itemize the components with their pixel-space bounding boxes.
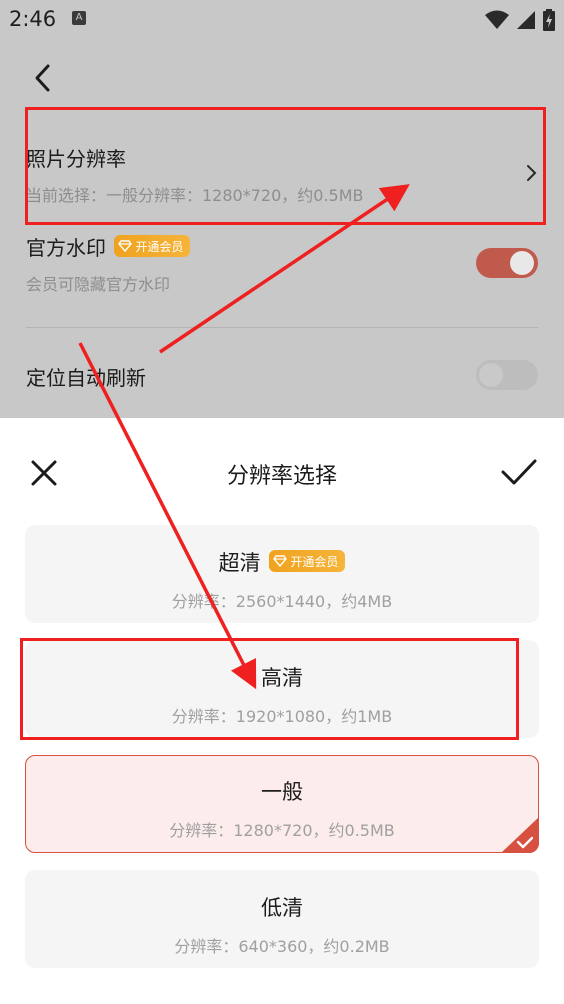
confirm-check-icon[interactable] (500, 457, 538, 487)
back-arrow-icon[interactable] (28, 60, 58, 96)
battery-charging-icon (543, 9, 555, 31)
selected-check-icon (501, 817, 539, 853)
watermark-setting-row: 官方水印 开通会员 会员可隐藏官方水印 (26, 232, 538, 295)
watermark-hint: 会员可隐藏官方水印 (26, 275, 171, 294)
signal-icon (517, 11, 535, 29)
location-toggle[interactable] (476, 360, 538, 390)
annotation-box-resolution (25, 107, 546, 225)
status-time: 2:46 (9, 7, 57, 31)
vip-badge-label: 开通会员 (135, 239, 184, 254)
toggle-knob (510, 251, 534, 275)
vip-badge-label: 开通会员 (290, 554, 339, 569)
status-bar: 2:46 A (0, 0, 564, 36)
watermark-title: 官方水印 (26, 236, 106, 260)
option-low[interactable]: 低清 分辨率：640*360，约0.2MB (25, 870, 539, 968)
option-ultra-hd[interactable]: 超清 开通会员 分辨率：2560*1440，约4MB (25, 525, 539, 623)
toggle-knob (479, 363, 503, 387)
wifi-icon (485, 10, 509, 29)
annotation-box-hd (20, 638, 519, 740)
location-setting-row: 定位自动刷新 (26, 360, 538, 391)
vip-badge[interactable]: 开通会员 (269, 550, 346, 572)
divider (26, 327, 538, 328)
option-normal[interactable]: 一般 分辨率：1280*720，约0.5MB (25, 755, 539, 853)
option-name: 低清 (261, 896, 303, 920)
status-icons (484, 8, 556, 32)
diamond-icon (273, 555, 288, 567)
option-desc: 分辨率：1280*720，约0.5MB (169, 821, 395, 840)
option-desc: 分辨率：2560*1440，约4MB (171, 592, 393, 611)
option-name: 超清 (218, 551, 261, 575)
sheet-title: 分辨率选择 (226, 464, 337, 489)
notification-a-icon: A (72, 11, 86, 25)
option-name: 一般 (261, 780, 303, 804)
diamond-icon (118, 240, 133, 252)
vip-badge[interactable]: 开通会员 (114, 235, 191, 257)
location-title: 定位自动刷新 (26, 366, 146, 390)
watermark-toggle[interactable] (476, 248, 538, 278)
option-desc: 分辨率：640*360，约0.2MB (174, 937, 390, 956)
